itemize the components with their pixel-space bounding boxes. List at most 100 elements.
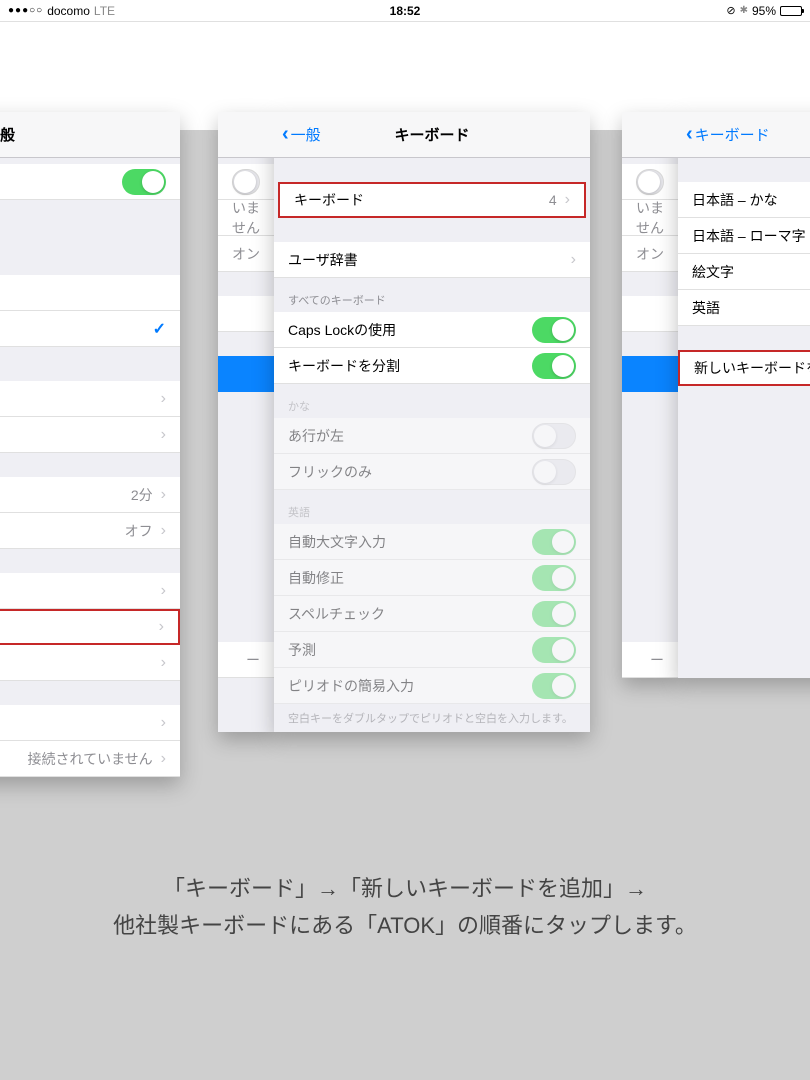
keyboards-label: キーボード <box>294 190 364 210</box>
sliver-selected <box>218 356 274 392</box>
instruction-line1: 「キーボード」→「新しいキーボードを追加」→ <box>0 870 810 907</box>
panel1-title: 一般 <box>0 112 180 158</box>
signal-dots-icon: ●●●○○ <box>8 5 43 16</box>
predict-toggle[interactable] <box>532 637 576 663</box>
chevron-left-icon: ‹ <box>282 123 289 146</box>
nav-cell-4[interactable]: › <box>0 705 180 741</box>
emoji-cell[interactable]: 絵文字 <box>678 254 810 290</box>
capslock-label: Caps Lockの使用 <box>288 320 396 340</box>
add-keyboard-cell[interactable]: 新しいキーボードを <box>678 350 810 386</box>
split-toggle[interactable] <box>532 353 576 379</box>
sliver-footer-label: ー <box>218 642 274 678</box>
checkmark-icon: ✓ <box>153 319 166 339</box>
chevron-right-icon: › <box>161 426 166 444</box>
kana-header: かな <box>274 384 590 418</box>
gesture-toggle[interactable] <box>122 169 166 195</box>
sliver3-none: いません <box>622 200 678 236</box>
chevron-right-icon: › <box>161 522 166 540</box>
toggle-icon <box>232 169 260 195</box>
battery-icon <box>780 6 802 16</box>
panel2-sidebar-sliver: いません オン ー <box>218 112 274 732</box>
gesture-note: た 移動 タスク を切り替える <box>0 200 180 269</box>
spellcheck-cell[interactable]: スペルチェック <box>274 596 590 632</box>
autolock-value: 2分 <box>131 485 153 505</box>
chevron-right-icon: › <box>161 750 166 768</box>
autocorrect-cell[interactable]: 自動修正 <box>274 560 590 596</box>
chevron-right-icon: › <box>571 251 576 269</box>
lock-checked-cell[interactable]: ✓ <box>0 311 180 347</box>
sliver3-footer: ー <box>622 642 678 678</box>
panel2-header: ‹一般 キーボード <box>274 112 590 158</box>
rotation-lock-icon: ⊘ <box>726 4 735 17</box>
sliver-none: いません <box>218 200 274 236</box>
jp-romaji-cell[interactable]: 日本語 – ローマ字 <box>678 218 810 254</box>
a-left-toggle[interactable] <box>532 423 576 449</box>
back-general-button[interactable]: ‹一般 <box>282 123 321 146</box>
panels-row: いません オン 一般 ェスチャ た 移動 タスク を切り替える ク <box>0 130 810 738</box>
chevron-right-icon: › <box>161 390 166 408</box>
capslock-toggle[interactable] <box>532 317 576 343</box>
chevron-right-icon: › <box>161 714 166 732</box>
user-dict-label: ユーザ辞書 <box>288 250 358 270</box>
clock: 18:52 <box>390 4 421 18</box>
panel1-general: 一般 ェスチャ た 移動 タスク を切り替える ク ✓ ら画面の向きをロックでき… <box>0 112 180 777</box>
gesture-cell[interactable]: ェスチャ <box>0 164 180 200</box>
network-label: LTE <box>94 4 115 18</box>
sliver3-on: オン <box>622 236 678 272</box>
period-toggle[interactable] <box>532 673 576 699</box>
split-cell[interactable]: キーボードを分割 <box>274 348 590 384</box>
autocaps-toggle[interactable] <box>532 529 576 555</box>
keyboard-count: 4 <box>549 192 557 208</box>
lock-footer: ら画面の向きをロックできます。 <box>0 347 180 375</box>
chevron-right-icon: › <box>161 486 166 504</box>
status-right: ⊘ ✱ 95% <box>726 4 802 18</box>
period-note: 空白キーをダブルタップでピリオドと空白を入力します。 <box>274 704 590 732</box>
en-header: 英語 <box>274 490 590 524</box>
all-kb-header: すべてのキーボード <box>274 278 590 312</box>
autocaps-cell[interactable]: 自動大文字入力 <box>274 524 590 560</box>
flick-cell[interactable]: フリックのみ <box>274 454 590 490</box>
panel3-sidebar-sliver: いません オン ー <box>622 112 678 678</box>
restrict-value: オフ <box>125 521 153 541</box>
split-label: キーボードを分割 <box>288 356 400 376</box>
chevron-right-icon: › <box>161 582 166 600</box>
bg-update-cell[interactable]: ウンド更新 › <box>0 417 180 453</box>
capslock-cell[interactable]: Caps Lockの使用 <box>274 312 590 348</box>
sliver-on: オン <box>218 236 274 272</box>
jp-kana-cell[interactable]: 日本語 – かな <box>678 182 810 218</box>
keyboard-nav-cell[interactable]: › <box>0 609 180 645</box>
nav-cell-3[interactable]: › <box>0 645 180 681</box>
panel3-sidebar-header <box>622 112 678 158</box>
chevron-right-icon: › <box>565 191 570 209</box>
panel3-header: ‹キーボード キ <box>678 112 810 158</box>
vpn-status: 接続されていません <box>28 749 153 769</box>
sliver-toggle <box>218 164 274 200</box>
flick-toggle[interactable] <box>532 459 576 485</box>
keyboards-cell[interactable]: キーボード 4 › <box>278 182 586 218</box>
predict-cell[interactable]: 予測 <box>274 632 590 668</box>
autocorrect-toggle[interactable] <box>532 565 576 591</box>
spellcheck-toggle[interactable] <box>532 601 576 627</box>
english-cell[interactable]: 英語 <box>678 290 810 326</box>
period-cell[interactable]: ピリオドの簡易入力 <box>274 668 590 704</box>
lock-cell[interactable]: ク <box>0 275 180 311</box>
back-keyboard-button[interactable]: ‹キーボード <box>686 123 770 146</box>
restrict-cell[interactable]: オフ › <box>0 513 180 549</box>
status-bar: ●●●○○ docomo LTE 18:52 ⊘ ✱ 95% <box>0 0 810 22</box>
instruction-line2: 他社製キーボードにある「ATOK」の順番にタップします。 <box>0 907 810 944</box>
chevron-right-icon: › <box>161 654 166 672</box>
status-left: ●●●○○ docomo LTE <box>8 4 115 18</box>
a-left-cell[interactable]: あ行が左 <box>274 418 590 454</box>
carrier-label: docomo <box>47 4 90 18</box>
autolock-cell[interactable]: 2分 › <box>0 477 180 513</box>
sliver3-toggle <box>622 164 678 200</box>
nav-cell-2[interactable]: › <box>0 573 180 609</box>
vpn-cell[interactable]: 接続されていません › <box>0 741 180 777</box>
toggle-icon <box>636 169 664 195</box>
user-dict-cell[interactable]: ユーザ辞書 › <box>274 242 590 278</box>
nav-cell-1[interactable]: › <box>0 381 180 417</box>
flick-label: フリックのみ <box>288 462 372 482</box>
sliver3-empty <box>622 296 678 332</box>
sliver3-selected <box>622 356 678 392</box>
sliver-empty <box>218 296 274 332</box>
